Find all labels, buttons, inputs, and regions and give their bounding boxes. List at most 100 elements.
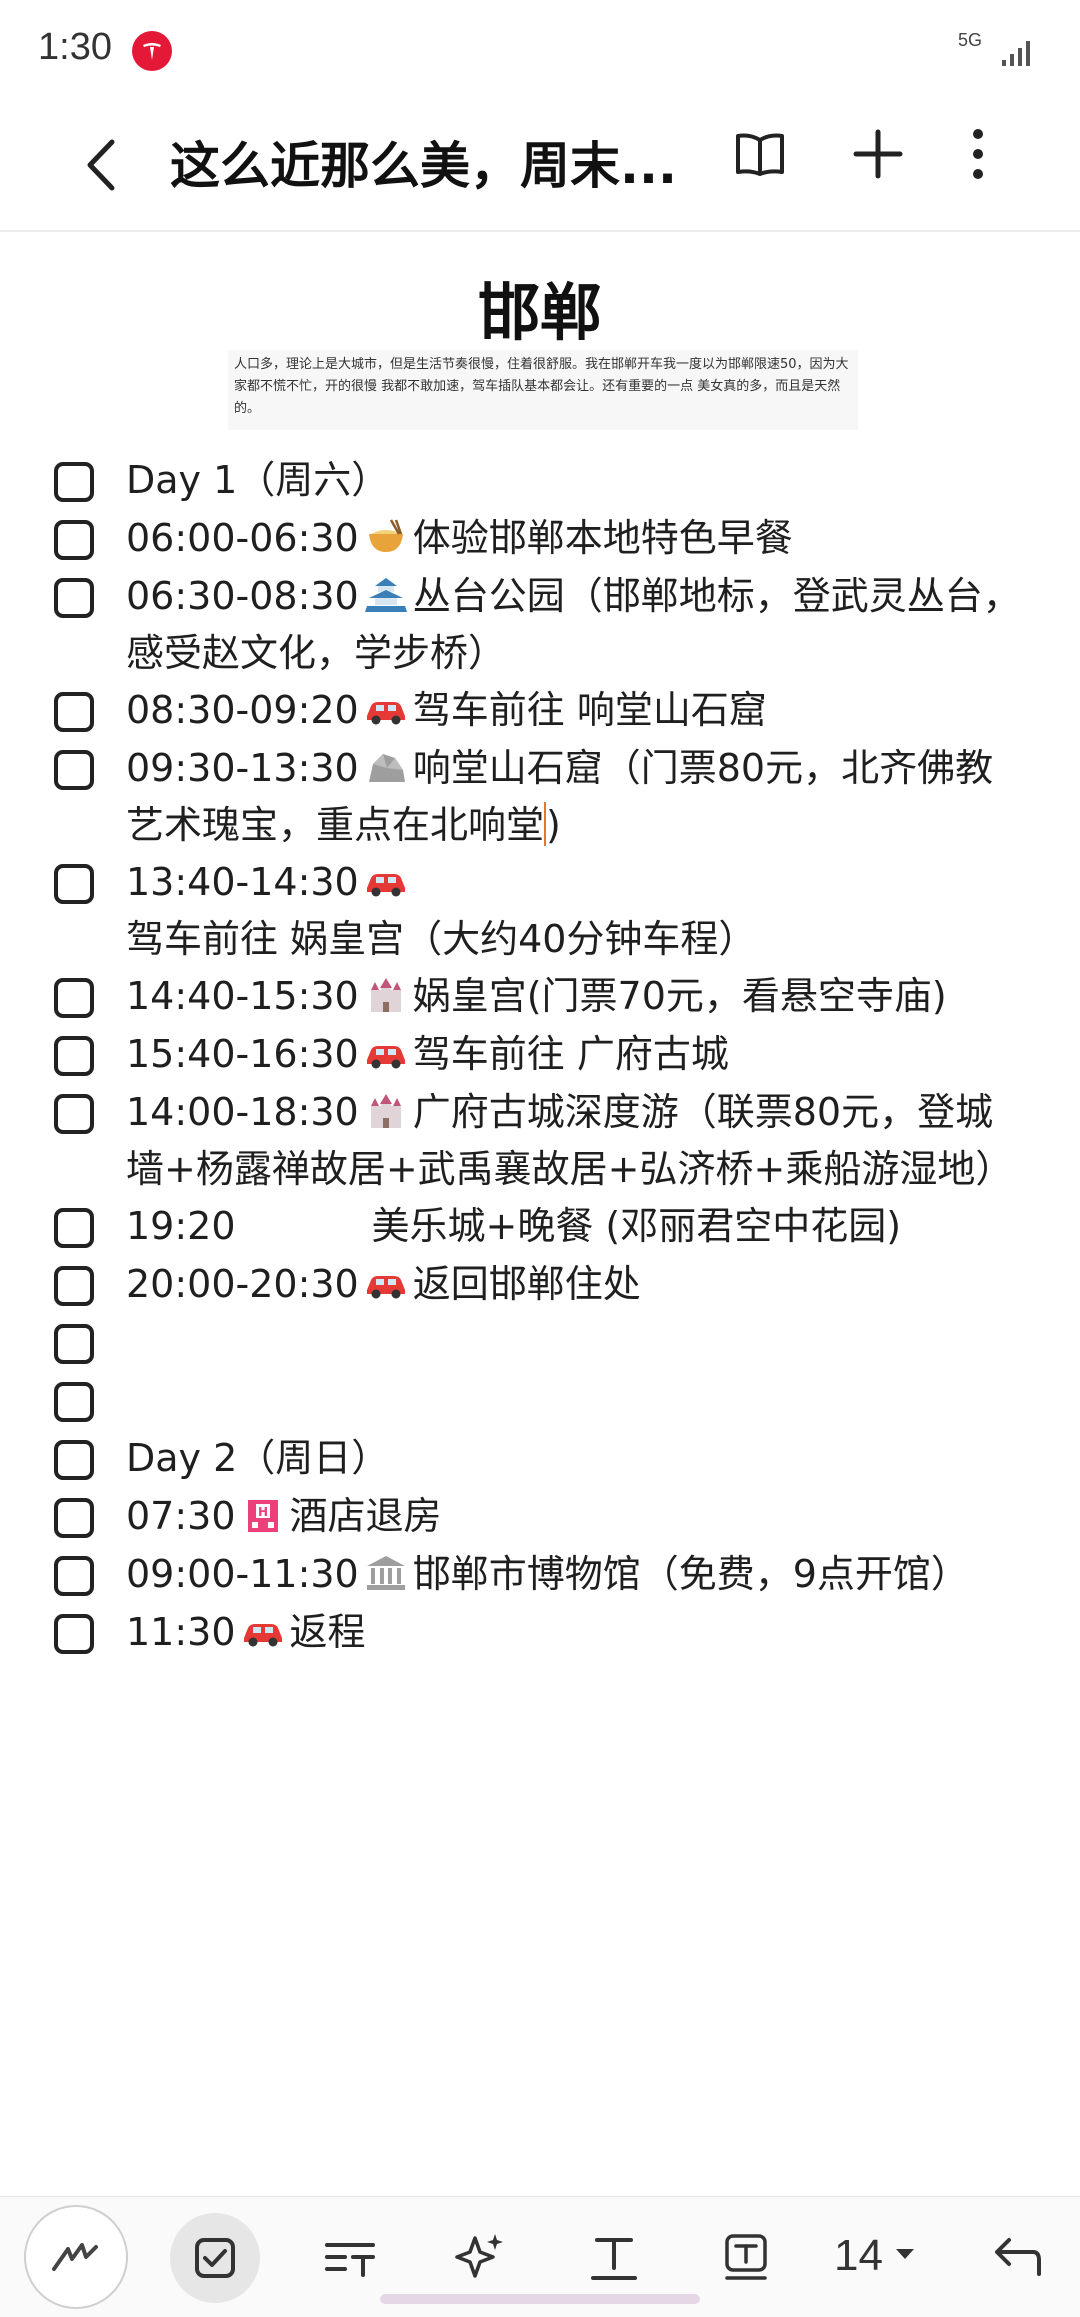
undo-button[interactable] xyxy=(970,2211,1062,2303)
text-box-icon xyxy=(725,2234,767,2280)
checkbox[interactable] xyxy=(54,1094,94,1134)
more-options-icon[interactable] xyxy=(966,124,990,184)
checkbox[interactable] xyxy=(54,1266,94,1306)
item-description: 酒店退房 xyxy=(289,1494,442,1538)
item-text[interactable]: 14:40-15:30 娲皇宫(门票70元，看悬空寺庙) xyxy=(126,968,1026,1025)
ai-assist-button[interactable] xyxy=(434,2211,526,2303)
checkbox[interactable] xyxy=(54,1036,94,1076)
text-box-button[interactable] xyxy=(700,2211,792,2303)
item-text[interactable]: 14:00-18:30 广府古城深度游（联票80元，登城墙+杨露禅故居+武禹襄故居… xyxy=(126,1084,1026,1198)
handwriting-button[interactable] xyxy=(24,2205,128,2309)
pagoda-icon xyxy=(363,573,409,612)
checkbox[interactable] xyxy=(54,1324,94,1364)
item-time: 07:30 xyxy=(126,1494,236,1538)
car-icon xyxy=(363,859,409,897)
item-description-end: ) xyxy=(546,803,561,847)
item-text[interactable]: 20:00-20:30 返回邯郸住处 xyxy=(126,1256,1026,1313)
checkbox[interactable] xyxy=(54,1382,94,1422)
text-style-button[interactable] xyxy=(304,2211,396,2303)
museum-icon xyxy=(363,1551,409,1590)
checklist-item: 08:30-09:20 驾车前往 响堂山石窟 xyxy=(0,682,1080,740)
item-description: 返程 xyxy=(289,1610,366,1654)
item-description: Day 1（周六） xyxy=(126,458,390,502)
item-time: 08:30-09:20 xyxy=(126,688,359,732)
checklist-item: 07:30 H 酒店退房 xyxy=(0,1488,1080,1546)
rock-icon xyxy=(363,745,409,783)
item-text[interactable] xyxy=(126,1372,1026,1429)
item-description: 娲皇宫(门票70元，看悬空寺庙) xyxy=(412,974,947,1018)
checkbox[interactable] xyxy=(54,1556,94,1596)
back-arrow-icon[interactable] xyxy=(76,130,136,200)
checklist-item: 06:30-08:30 丛台公园（邯郸地标，登武灵丛台，感受赵文化，学步桥） xyxy=(0,568,1080,682)
font-size-value: 14 xyxy=(834,2231,883,2280)
item-time: 14:00-18:30 xyxy=(126,1090,359,1134)
checkbox[interactable] xyxy=(54,1208,94,1248)
checklist-item: 19:20 美乐城+晚餐 (邓丽君空中花园) xyxy=(0,1198,1080,1256)
status-bar: 1:30 5G xyxy=(0,0,1080,100)
pen-handwriting-icon xyxy=(52,2243,98,2271)
item-text[interactable]: 13:40-14:30 驾车前往 娲皇宫（大约40分钟车程） xyxy=(126,854,1026,968)
car-icon xyxy=(363,687,409,725)
item-time: 15:40-16:30 xyxy=(126,1032,359,1076)
text-format-button[interactable] xyxy=(568,2211,660,2303)
item-text[interactable]: 06:30-08:30 丛台公园（邯郸地标，登武灵丛台，感受赵文化，学步桥） xyxy=(126,568,1026,682)
checkbox[interactable] xyxy=(54,1614,94,1654)
item-text[interactable]: 09:00-11:30 邯郸市博物馆（免费，9点开馆） xyxy=(126,1546,1026,1603)
item-description: 美乐城+晚餐 (邓丽君空中花园) xyxy=(371,1204,902,1248)
item-text[interactable] xyxy=(126,1314,1026,1371)
item-text[interactable]: Day 1（周六） xyxy=(126,452,1026,509)
car-icon xyxy=(363,1031,409,1069)
item-text[interactable]: 11:30 返程 xyxy=(126,1604,1026,1661)
checklist-item xyxy=(0,1372,1080,1430)
checklist-item: 11:30 返程 xyxy=(0,1604,1080,1662)
item-text[interactable]: Day 2（周日） xyxy=(126,1430,1026,1487)
item-time: 20:00-20:30 xyxy=(126,1262,359,1306)
text-underline-icon xyxy=(591,2238,637,2280)
checklist-item: 14:40-15:30 娲皇宫(门票70元，看悬空寺庙) xyxy=(0,968,1080,1026)
checkbox[interactable] xyxy=(54,462,94,502)
item-time: 13:40-14:30 xyxy=(126,860,359,904)
gesture-handle[interactable] xyxy=(380,2294,700,2304)
checklist-item: 09:30-13:30 响堂山石窟（门票80元，北齐佛教艺术瑰宝，重点在北响堂) xyxy=(0,740,1080,854)
chevron-down-icon xyxy=(896,2249,914,2259)
checklist-item xyxy=(0,1314,1080,1372)
checklist-item: 06:00-06:30 体验邯郸本地特色早餐 xyxy=(0,510,1080,568)
checkbox[interactable] xyxy=(54,978,94,1018)
checkbox[interactable] xyxy=(54,692,94,732)
add-icon[interactable] xyxy=(848,124,908,184)
status-time: 1:30 xyxy=(38,26,112,68)
checkbox[interactable] xyxy=(54,864,94,904)
checklist-button[interactable] xyxy=(170,2213,260,2303)
top-app-bar: 这么近那么美，周末... xyxy=(0,100,1080,232)
item-description: 驾车前往 娲皇宫（大约40分钟车程） xyxy=(126,917,757,961)
svg-text:H: H xyxy=(257,1505,267,1519)
item-time: 11:30 xyxy=(126,1610,236,1654)
car-icon xyxy=(240,1609,286,1647)
checkbox[interactable] xyxy=(54,1440,94,1480)
checkbox[interactable] xyxy=(54,750,94,790)
item-description: 驾车前往 响堂山石窟 xyxy=(412,688,767,732)
item-description: 驾车前往 广府古城 xyxy=(412,1032,729,1076)
checklist-item: 13:40-14:30 驾车前往 娲皇宫（大约40分钟车程） xyxy=(0,854,1080,968)
item-text[interactable]: 19:20 美乐城+晚餐 (邓丽君空中花园) xyxy=(126,1198,1026,1255)
checkbox[interactable] xyxy=(54,578,94,618)
item-text[interactable]: 06:00-06:30 体验邯郸本地特色早餐 xyxy=(126,510,1026,567)
car-icon xyxy=(363,1261,409,1299)
castle-icon xyxy=(363,973,409,1012)
item-description: 返回邯郸住处 xyxy=(412,1262,641,1306)
item-text[interactable]: 09:30-13:30 响堂山石窟（门票80元，北齐佛教艺术瑰宝，重点在北响堂) xyxy=(126,740,1026,854)
item-text[interactable]: 07:30 H 酒店退房 xyxy=(126,1488,1026,1545)
item-time: 09:00-11:30 xyxy=(126,1552,359,1596)
reading-mode-icon[interactable] xyxy=(730,124,790,184)
item-text[interactable]: 08:30-09:20 驾车前往 响堂山石窟 xyxy=(126,682,1026,739)
checklist: Day 1（周六） 06:00-06:30 体验邯郸本地特色早餐 06:30-08:3… xyxy=(0,452,1080,1662)
item-text[interactable]: 15:40-16:30 驾车前往 广府古城 xyxy=(126,1026,1026,1083)
checklist-item: Day 1（周六） xyxy=(0,452,1080,510)
checkbox[interactable] xyxy=(54,520,94,560)
item-description: 体验邯郸本地特色早餐 xyxy=(412,516,793,560)
embedded-text-image[interactable]: 人口多，理论上是大城市，但是生活节奏很慢，住着很舒服。我在邯郸开车我一度以为邯郸… xyxy=(228,350,858,430)
checkbox[interactable] xyxy=(54,1498,94,1538)
checklist-item: 20:00-20:30 返回邯郸住处 xyxy=(0,1256,1080,1314)
item-description: Day 2（周日） xyxy=(126,1436,390,1480)
item-time: 19:20 xyxy=(126,1204,236,1248)
